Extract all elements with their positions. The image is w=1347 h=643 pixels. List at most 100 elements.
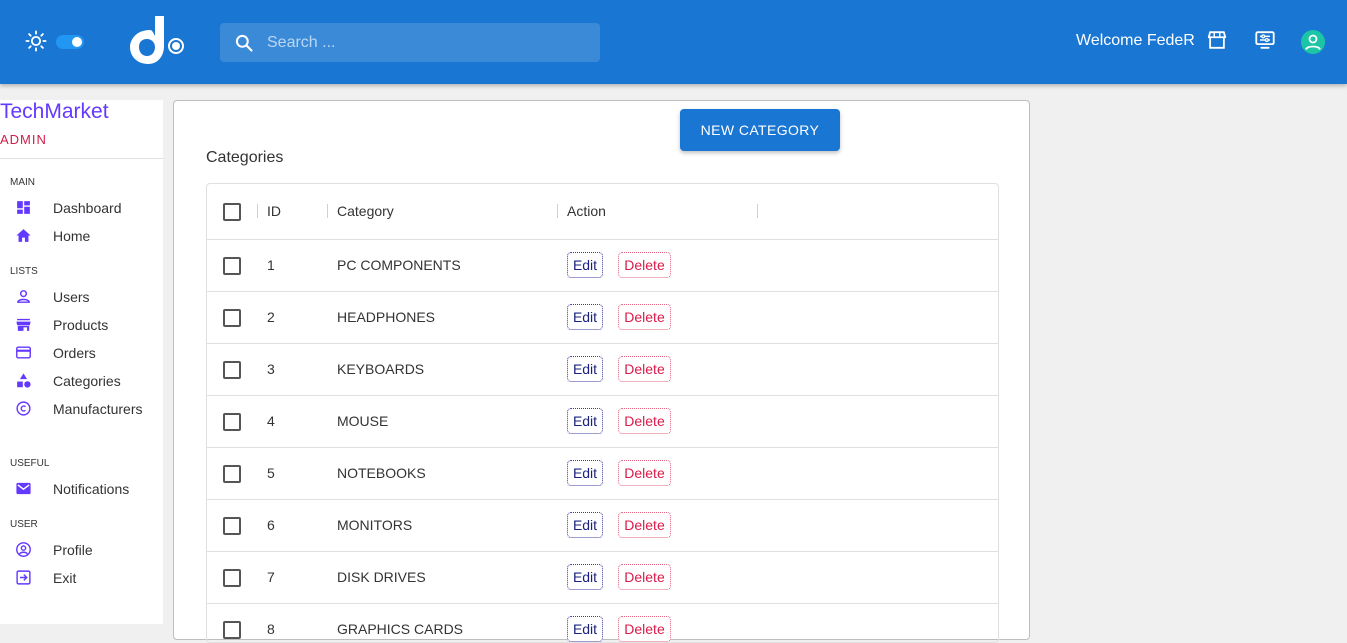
row-checkbox[interactable]	[223, 361, 241, 379]
sidebar-item-categories[interactable]: Categories	[15, 369, 160, 393]
dashboard-icon	[17, 201, 30, 214]
user-icon	[17, 290, 30, 303]
exit-icon	[16, 570, 31, 585]
store-icon	[16, 318, 31, 331]
delete-button[interactable]: Delete	[618, 304, 671, 330]
theme-toggle[interactable]	[56, 35, 84, 49]
column-separator[interactable]	[257, 204, 258, 218]
sidebar-item-orders[interactable]: Orders	[15, 341, 160, 365]
cell-id: 7	[267, 569, 275, 585]
table-row[interactable]: 2 HEADPHONES Edit Delete	[207, 292, 998, 344]
delete-button[interactable]: Delete	[618, 460, 671, 486]
sidebar-item-profile[interactable]: Profile	[15, 538, 160, 562]
sidebar-item-products[interactable]: Products	[15, 313, 160, 337]
mail-icon	[16, 482, 31, 495]
edit-button[interactable]: Edit	[567, 252, 603, 278]
cell-id: 8	[267, 621, 275, 637]
row-checkbox[interactable]	[223, 413, 241, 431]
search-box[interactable]	[220, 23, 600, 62]
sidebar-item-label: Profile	[53, 542, 93, 558]
column-header-action[interactable]: Action	[567, 203, 606, 219]
edit-button[interactable]: Edit	[567, 616, 603, 642]
sidebar-item-label: Home	[53, 228, 91, 244]
sidebar-item-manufacturers[interactable]: Manufacturers	[15, 397, 160, 421]
section-title-lists: LISTS	[10, 266, 38, 277]
edit-button[interactable]: Edit	[567, 564, 603, 590]
row-checkbox[interactable]	[223, 517, 241, 535]
monitor-icon[interactable]	[1254, 29, 1276, 51]
copyright-icon	[16, 401, 31, 416]
sidebar-item-exit[interactable]: Exit	[15, 566, 160, 590]
delete-button[interactable]: Delete	[618, 356, 671, 382]
sidebar-item-dashboard[interactable]: Dashboard	[15, 196, 160, 220]
sidebar: TechMarket ADMIN MAIN Dashboard Home LIS…	[0, 100, 163, 624]
cell-category: HEADPHONES	[337, 309, 436, 325]
page-title: Categories	[206, 149, 284, 166]
row-checkbox[interactable]	[223, 569, 241, 587]
sidebar-item-label: Categories	[53, 373, 121, 389]
column-separator[interactable]	[557, 204, 558, 218]
home-icon	[16, 229, 31, 242]
sidebar-item-label: Dashboard	[53, 200, 122, 216]
row-checkbox[interactable]	[223, 257, 241, 275]
account-icon[interactable]	[1301, 30, 1325, 54]
table-row[interactable]: 7 DISK DRIVES Edit Delete	[207, 552, 998, 604]
main-panel: NEW CATEGORY Categories ID Category Acti…	[173, 100, 1030, 643]
delete-button[interactable]: Delete	[618, 512, 671, 538]
cell-category: NOTEBOOKS	[337, 465, 426, 481]
moon-icon[interactable]	[95, 29, 113, 51]
row-checkbox[interactable]	[223, 465, 241, 483]
edit-button[interactable]: Edit	[567, 356, 603, 382]
cell-id: 1	[267, 257, 275, 273]
edit-button[interactable]: Edit	[567, 512, 603, 538]
delete-button[interactable]: Delete	[618, 408, 671, 434]
sidebar-item-label: Notifications	[53, 481, 130, 497]
store-icon[interactable]	[1206, 29, 1228, 51]
divider	[0, 158, 163, 159]
cell-category: KEYBOARDS	[337, 361, 425, 377]
sidebar-item-notifications[interactable]: Notifications	[15, 477, 160, 501]
sidebar-item-home[interactable]: Home	[15, 224, 160, 248]
toggle-knob	[72, 37, 82, 47]
cell-category: PC COMPONENTS	[337, 257, 461, 273]
column-separator[interactable]	[327, 204, 328, 218]
sidebar-item-label: Products	[53, 317, 109, 333]
edit-button[interactable]: Edit	[567, 408, 603, 434]
category-icon	[17, 373, 31, 388]
cell-id: 5	[267, 465, 275, 481]
credit-card-icon	[16, 346, 31, 359]
table-row[interactable]: 4 MOUSE Edit Delete	[207, 396, 998, 448]
table-row[interactable]: 3 KEYBOARDS Edit Delete	[207, 344, 998, 396]
section-title-useful: USEFUL	[10, 458, 50, 469]
new-category-button[interactable]: NEW CATEGORY	[680, 109, 840, 151]
table-row[interactable]: 5 NOTEBOOKS Edit Delete	[207, 448, 998, 500]
delete-button[interactable]: Delete	[618, 616, 671, 642]
cell-id: 2	[267, 309, 275, 325]
edit-button[interactable]: Edit	[567, 304, 603, 330]
column-separator[interactable]	[757, 204, 758, 218]
edit-button[interactable]: Edit	[567, 460, 603, 486]
column-header-category[interactable]: Category	[337, 203, 394, 219]
search-input[interactable]	[267, 23, 587, 62]
brand-subtitle: ADMIN	[0, 132, 47, 147]
cell-category: DISK DRIVES	[337, 569, 426, 585]
cell-category: MONITORS	[337, 517, 413, 533]
brand-name[interactable]: TechMarket	[0, 100, 109, 124]
cell-id: 3	[267, 361, 275, 377]
search-icon	[235, 34, 253, 52]
sun-icon[interactable]	[25, 30, 47, 52]
row-checkbox[interactable]	[223, 309, 241, 327]
delete-button[interactable]: Delete	[618, 252, 671, 278]
top-app-bar: Welcome FedeR	[0, 0, 1347, 84]
sidebar-item-label: Manufacturers	[53, 401, 143, 417]
sidebar-item-users[interactable]: Users	[15, 285, 160, 309]
table-row[interactable]: 6 MONITORS Edit Delete	[207, 500, 998, 552]
select-all-checkbox[interactable]	[223, 203, 241, 221]
cell-category: GRAPHICS CARDS	[337, 621, 464, 637]
column-header-id[interactable]: ID	[267, 203, 281, 219]
table-row[interactable]: 1 PC COMPONENTS Edit Delete	[207, 240, 998, 292]
table-header: ID Category Action	[207, 184, 998, 240]
section-title-user: USER	[10, 519, 38, 530]
welcome-text: Welcome FedeR	[1076, 32, 1195, 49]
delete-button[interactable]: Delete	[618, 564, 671, 590]
